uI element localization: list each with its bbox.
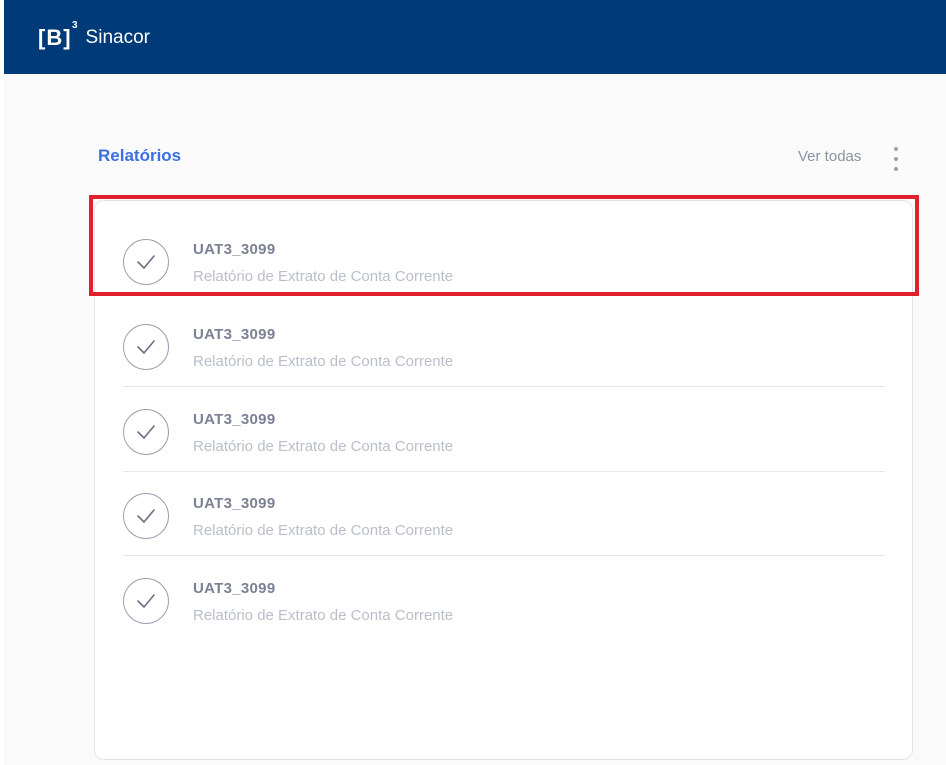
report-title: UAT3_3099 [193,580,276,597]
reports-card: UAT3_3099 Relatório de Extrato de Conta … [94,200,913,760]
b3-logo-mark: [B] 3 [38,20,79,50]
report-title: UAT3_3099 [193,495,276,512]
check-circle-icon [123,493,169,539]
top-bar: [B] 3 Sinacor [4,0,946,74]
report-title: UAT3_3099 [193,326,276,343]
more-options-icon[interactable] [890,145,902,175]
report-item[interactable]: UAT3_3099 Relatório de Extrato de Conta … [123,557,885,641]
page: [B] 3 Sinacor Relatórios Ver todas UAT3_3… [0,0,946,765]
check-circle-icon [123,324,169,370]
check-circle-icon [123,239,169,285]
check-circle-icon [123,409,169,455]
report-title: UAT3_3099 [193,411,276,428]
report-subtitle: Relatório de Extrato de Conta Corrente [193,268,454,285]
report-title: UAT3_3099 [193,241,276,258]
check-circle-icon [123,578,169,624]
app-logo[interactable]: [B] 3 Sinacor [38,20,150,54]
report-item[interactable]: UAT3_3099 Relatório de Extrato de Conta … [123,201,885,285]
section-title: Relatórios [98,146,182,165]
report-subtitle: Relatório de Extrato de Conta Corrente [193,522,454,539]
report-subtitle: Relatório de Extrato de Conta Corrente [193,353,454,370]
report-item[interactable]: UAT3_3099 Relatório de Extrato de Conta … [123,472,885,556]
app-name: Sinacor [85,27,150,48]
report-subtitle: Relatório de Extrato de Conta Corrente [193,607,454,624]
left-edge [0,0,4,765]
report-subtitle: Relatório de Extrato de Conta Corrente [193,438,454,455]
see-all-link[interactable]: Ver todas [798,148,861,165]
report-item[interactable]: UAT3_3099 Relatório de Extrato de Conta … [123,303,885,387]
report-item[interactable]: UAT3_3099 Relatório de Extrato de Conta … [123,388,885,472]
